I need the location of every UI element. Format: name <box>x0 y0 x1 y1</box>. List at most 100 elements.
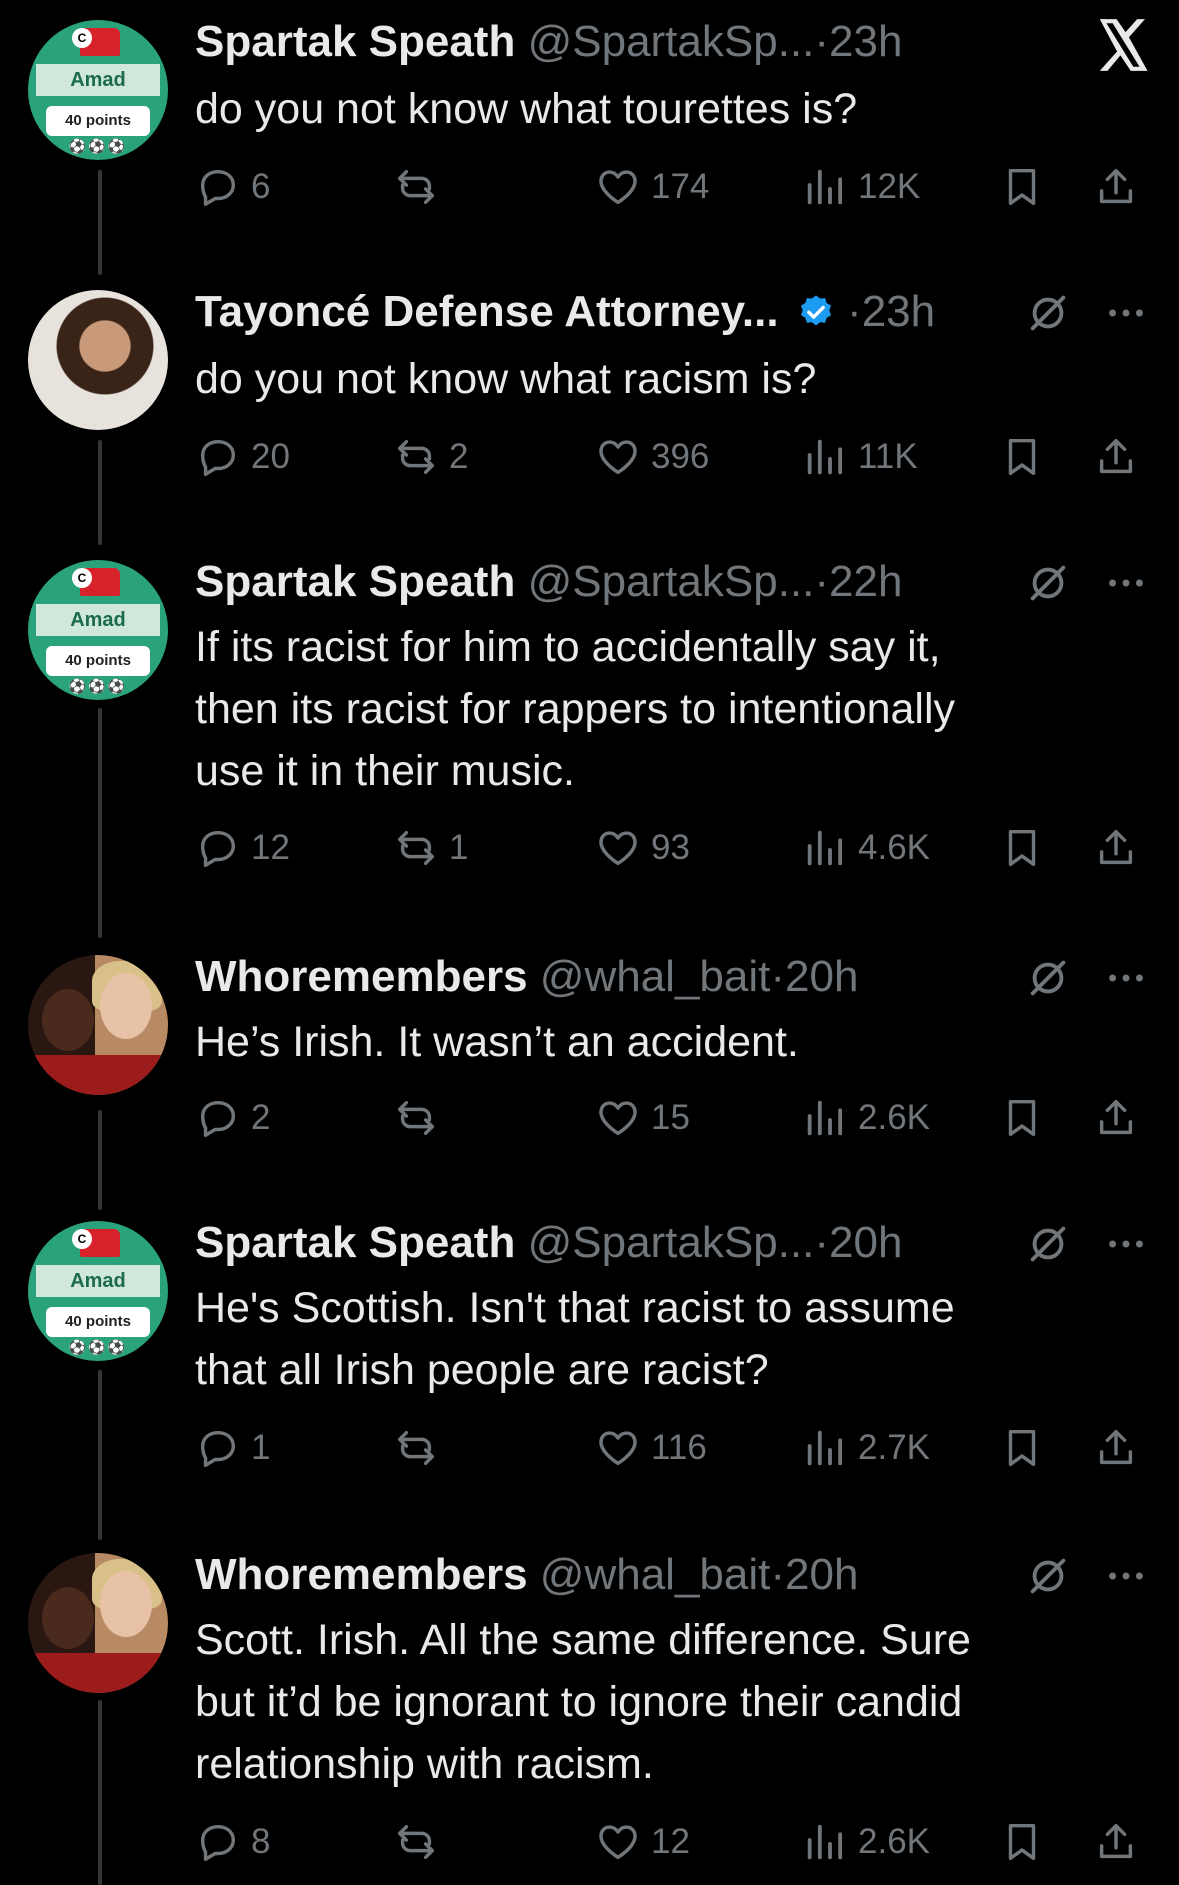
tweet-header: Spartak Speath @SpartakSp...·23h <box>195 17 902 67</box>
timestamp[interactable]: 20h <box>785 1550 858 1599</box>
reply-button[interactable]: 20 <box>195 432 290 482</box>
more-icon[interactable] <box>1103 560 1149 606</box>
tweet[interactable]: Whoremembers @whal_bait·20h He’s Irish. … <box>0 935 1179 1205</box>
author-name[interactable]: Whoremembers <box>195 952 528 1001</box>
like-button[interactable]: 15 <box>595 1093 690 1143</box>
repost-button[interactable]: 2 <box>393 432 468 482</box>
more-icon[interactable] <box>1103 1221 1149 1267</box>
views-icon <box>807 1430 843 1466</box>
author-name[interactable]: Spartak Speath <box>195 1218 515 1267</box>
bookmark-button[interactable] <box>999 1093 1045 1143</box>
share-button[interactable] <box>1093 1093 1139 1143</box>
avatar[interactable]: C Amad 40 points ⚽⚽⚽ <box>28 20 168 160</box>
avatar[interactable]: C Amad 40 points ⚽⚽⚽ <box>28 560 168 700</box>
tweet[interactable]: C Amad 40 points ⚽⚽⚽ Spartak Speath @Spa… <box>0 0 1179 270</box>
views-button[interactable]: 11K <box>802 432 918 482</box>
like-button[interactable]: 396 <box>595 432 709 482</box>
share-button[interactable] <box>1093 1817 1139 1867</box>
bookmark-button[interactable] <box>999 432 1045 482</box>
muted-icon[interactable] <box>1025 955 1071 1001</box>
tweet[interactable]: Tayoncé Defense Attorney... ·23h do you … <box>0 270 1179 540</box>
timestamp[interactable]: 20h <box>785 952 858 1001</box>
avatar[interactable]: C Amad 40 points ⚽⚽⚽ <box>28 1221 168 1361</box>
like-button[interactable]: 116 <box>595 1423 707 1473</box>
tweet-header: Spartak Speath @SpartakSp...·20h <box>195 1218 902 1268</box>
avatar[interactable] <box>28 955 168 1095</box>
bookmark-icon <box>1008 438 1036 476</box>
share-button[interactable] <box>1093 432 1139 482</box>
bookmark-button[interactable] <box>999 1817 1045 1867</box>
share-button[interactable] <box>1093 162 1139 212</box>
avatar[interactable] <box>28 1553 168 1693</box>
like-button[interactable]: 174 <box>595 162 709 212</box>
muted-icon[interactable] <box>1025 560 1071 606</box>
reply-icon <box>200 1430 236 1467</box>
tweet[interactable]: C Amad 40 points ⚽⚽⚽ Spartak Speath @Spa… <box>0 540 1179 935</box>
repost-button[interactable] <box>393 1817 449 1867</box>
bookmark-button[interactable] <box>999 162 1045 212</box>
timestamp[interactable]: 23h <box>829 17 902 66</box>
reply-button[interactable]: 6 <box>195 162 270 212</box>
tweet[interactable]: Whoremembers @whal_bait·20h Scott. Irish… <box>0 1535 1179 1885</box>
bookmark-button[interactable] <box>999 1423 1045 1473</box>
more-icon[interactable] <box>1103 290 1149 336</box>
action-bar: 12 1 93 4.6K <box>195 823 1155 873</box>
muted-icon[interactable] <box>1025 1221 1071 1267</box>
author-handle[interactable]: @SpartakSp... <box>528 557 815 606</box>
repost-button[interactable] <box>393 1093 449 1143</box>
muted-icon[interactable] <box>1025 1553 1071 1599</box>
timestamp[interactable]: 22h <box>829 557 902 606</box>
author-name[interactable]: Spartak Speath <box>195 17 515 66</box>
reply-button[interactable]: 8 <box>195 1817 270 1867</box>
like-button[interactable]: 12 <box>595 1817 690 1867</box>
like-button[interactable]: 93 <box>595 823 690 873</box>
avatar[interactable] <box>28 290 168 430</box>
author-handle[interactable]: @SpartakSp... <box>528 17 815 66</box>
views-button[interactable]: 12K <box>802 162 920 212</box>
share-icon <box>1099 1823 1133 1859</box>
share-icon <box>1099 168 1133 204</box>
views-button[interactable]: 2.6K <box>802 1817 930 1867</box>
author-name[interactable]: Whoremembers <box>195 1550 528 1599</box>
author-name[interactable]: Tayoncé Defense Attorney... <box>195 287 779 336</box>
repost-icon <box>397 169 435 205</box>
more-icon[interactable] <box>1103 955 1149 1001</box>
author-handle[interactable]: @whal_bait <box>540 1550 771 1599</box>
bookmark-button[interactable] <box>999 823 1045 873</box>
share-button[interactable] <box>1093 823 1139 873</box>
views-icon <box>807 1824 843 1860</box>
muted-icon[interactable] <box>1025 290 1071 336</box>
more-icon[interactable] <box>1103 1553 1149 1599</box>
bookmark-icon <box>1008 1429 1036 1467</box>
tweet-text: He's Scottish. Isn't that racist to assu… <box>195 1284 955 1394</box>
share-icon <box>1099 1099 1133 1135</box>
action-bar: 8 12 2.6K <box>195 1817 1155 1867</box>
repost-icon <box>397 1430 435 1466</box>
share-button[interactable] <box>1093 1423 1139 1473</box>
author-handle[interactable]: @SpartakSp... <box>528 1218 815 1267</box>
tweet-text: do you not know what tourettes is? <box>195 85 858 133</box>
timestamp[interactable]: 23h <box>862 287 935 336</box>
views-button[interactable]: 4.6K <box>802 823 930 873</box>
reply-icon <box>200 169 236 206</box>
tweet-header: Whoremembers @whal_bait·20h <box>195 952 858 1002</box>
timestamp[interactable]: 20h <box>829 1218 902 1267</box>
tweet[interactable]: C Amad 40 points ⚽⚽⚽ Spartak Speath @Spa… <box>0 1205 1179 1535</box>
repost-icon <box>397 1824 435 1860</box>
tweet-text: do you not know what racism is? <box>195 355 817 403</box>
views-icon <box>807 830 843 866</box>
action-bar: 6 174 12K <box>195 162 1155 212</box>
views-button[interactable]: 2.7K <box>802 1423 930 1473</box>
separator: · <box>847 287 862 336</box>
views-button[interactable]: 2.6K <box>802 1093 930 1143</box>
reply-button[interactable]: 1 <box>195 1423 270 1473</box>
author-name[interactable]: Spartak Speath <box>195 557 515 606</box>
repost-button[interactable]: 1 <box>393 823 468 873</box>
reply-icon <box>200 439 236 476</box>
repost-button[interactable] <box>393 162 449 212</box>
repost-button[interactable] <box>393 1423 449 1473</box>
author-handle[interactable]: @whal_bait <box>540 952 771 1001</box>
reply-button[interactable]: 12 <box>195 823 290 873</box>
views-icon <box>807 439 843 475</box>
reply-button[interactable]: 2 <box>195 1093 270 1143</box>
